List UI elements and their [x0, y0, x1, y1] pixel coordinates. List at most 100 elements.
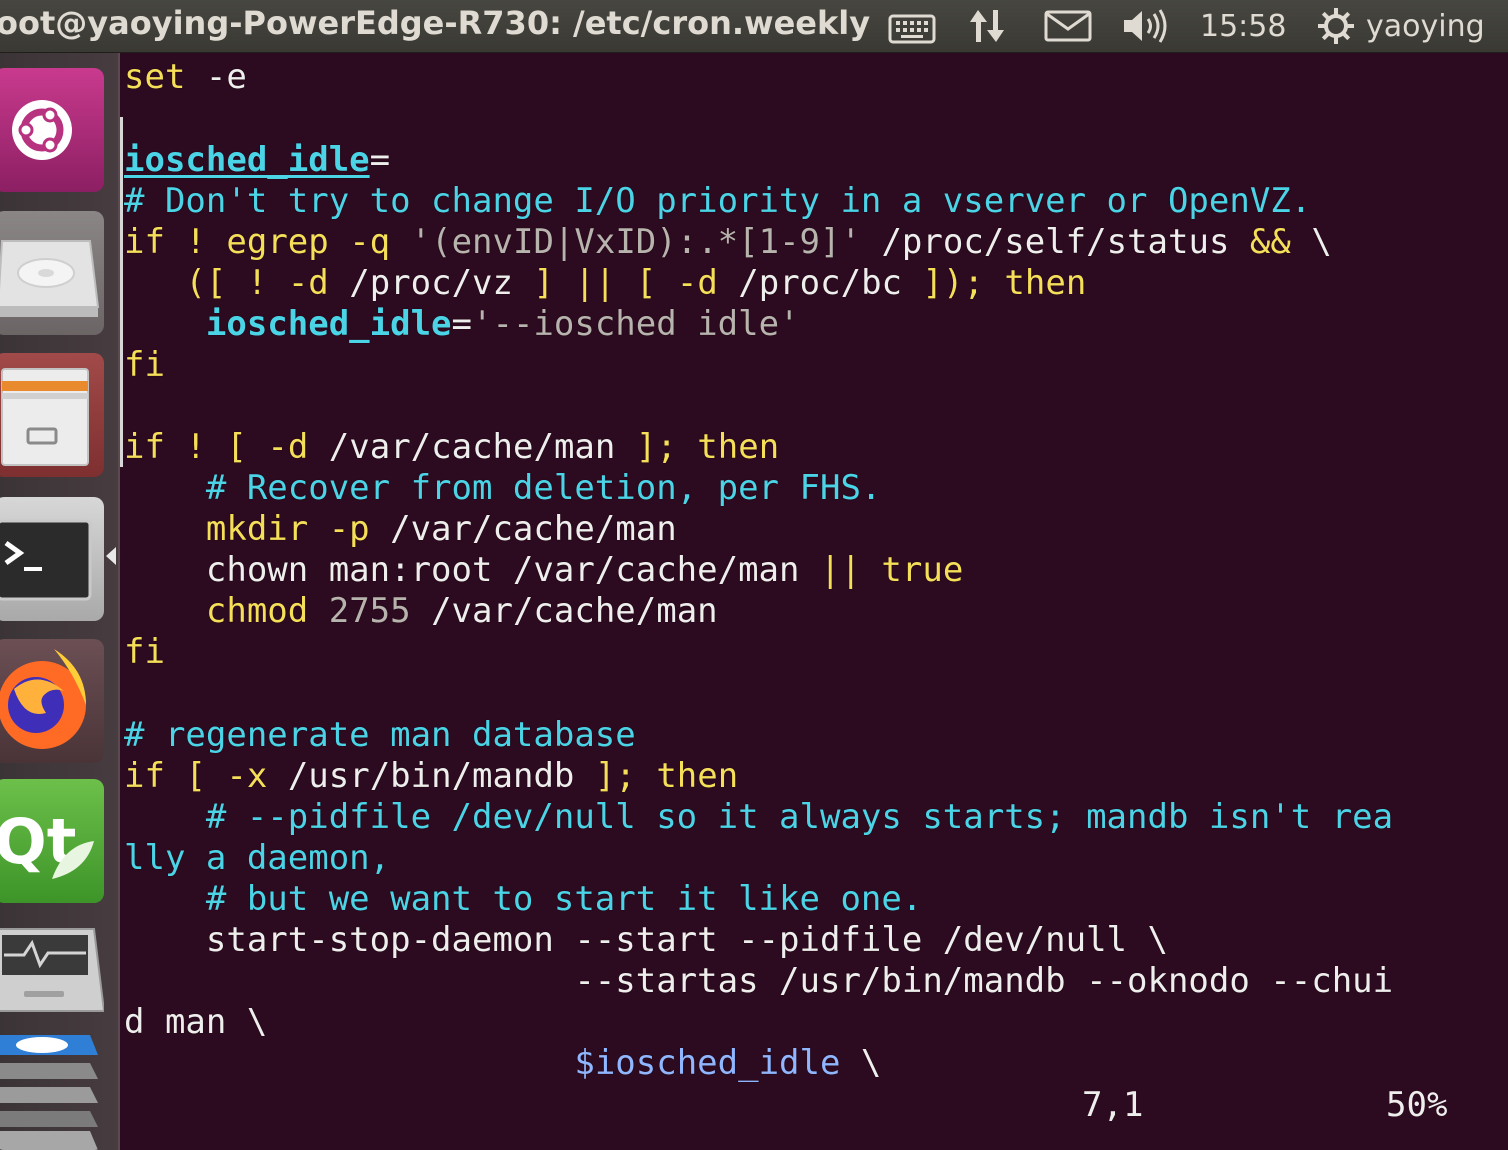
code-token: chmod — [124, 591, 309, 631]
code-line[interactable]: # Recover from deletion, per FHS. — [124, 468, 882, 509]
code-token: iosched_idle — [124, 140, 370, 180]
ubuntu-dash-icon[interactable] — [0, 68, 104, 192]
code-line[interactable]: set -e — [124, 57, 247, 98]
window-title: oot@yaoying-PowerEdge-R730: /etc/cron.we… — [0, 4, 871, 42]
code-token: [ — [185, 756, 206, 796]
code-line[interactable]: $iosched_idle \ — [124, 1043, 881, 1084]
code-token: ([ — [124, 263, 227, 303]
code-token: fi — [124, 632, 165, 672]
code-line[interactable]: fi — [124, 632, 165, 673]
code-token: lly a daemon, — [124, 838, 391, 878]
code-line[interactable]: d man \ — [124, 1002, 267, 1043]
code-token: # regenerate man database — [124, 715, 636, 755]
code-line[interactable]: # Don't try to change I/O priority in a … — [124, 181, 1311, 222]
code-token: /var/cache/man — [369, 509, 677, 549]
code-token: || — [574, 263, 616, 303]
code-token: # Don't try to change I/O priority in a … — [124, 181, 1312, 221]
code-line[interactable]: if [ -x /usr/bin/mandb ]; then — [124, 756, 738, 797]
code-token: = — [369, 140, 391, 180]
active-indicator-arrow — [106, 547, 116, 565]
disk-drive-icon[interactable] — [0, 211, 104, 335]
terminal-icon[interactable] — [0, 497, 104, 621]
code-line[interactable]: ([ ! -d /proc/vz ] || [ -d /proc/bc ]); … — [124, 263, 1086, 304]
code-token: if — [124, 222, 165, 262]
qt-creator-icon[interactable]: Qt — [0, 779, 104, 903]
code-token: [ — [226, 427, 247, 467]
file-cabinet-icon[interactable] — [0, 353, 104, 477]
network-transfer-icon[interactable] — [966, 4, 1010, 48]
code-token: /proc/vz — [328, 263, 534, 303]
code-token: = — [451, 304, 473, 344]
terminal-window[interactable]: set -e iosched_idle= # Don't try to change… — [120, 53, 1508, 1150]
code-token: # Recover from deletion, per FHS. — [124, 468, 882, 508]
code-line[interactable]: iosched_idle= — [124, 140, 390, 181]
code-line[interactable]: lly a daemon, — [124, 838, 390, 879]
code-token: -x — [226, 756, 268, 796]
code-token: # but we want to start it like one. — [124, 879, 923, 919]
cursor-position: 7,1 — [1082, 1085, 1144, 1125]
code-token: then — [656, 756, 739, 796]
code-token: ! — [185, 222, 206, 262]
launcher: Qt — [0, 53, 120, 1150]
code-token: ! — [246, 263, 268, 303]
code-line[interactable]: --startas /usr/bin/mandb --oknodo --chui — [124, 961, 1393, 1002]
code-line[interactable]: iosched_idle='--iosched idle' — [124, 304, 800, 345]
session-menu[interactable]: yaoying — [1316, 4, 1485, 48]
firefox-icon[interactable] — [0, 639, 104, 763]
code-token: /proc/self/status — [860, 222, 1250, 262]
code-token: if — [124, 427, 165, 467]
code-token: fi — [124, 345, 165, 385]
code-line[interactable]: chmod 2755 /var/cache/man — [124, 591, 718, 632]
code-line[interactable]: mkdir -p /var/cache/man — [124, 509, 677, 550]
code-line[interactable]: if ! egrep -q '(envID|VxID):.*[1-9]' /pr… — [124, 222, 1332, 263]
code-token: ] — [533, 263, 554, 303]
code-token: chown man:root /var/cache/man — [124, 550, 820, 590]
code-token: -d — [267, 427, 309, 467]
code-line[interactable]: start-stop-daemon --start --pidfile /dev… — [124, 920, 1168, 961]
code-line[interactable]: # regenerate man database — [124, 715, 636, 756]
power-gear-icon[interactable] — [1316, 6, 1356, 46]
code-token: \ — [840, 1043, 882, 1083]
code-line[interactable]: fi — [124, 345, 165, 386]
stacked-apps-icon[interactable] — [0, 1031, 104, 1150]
code-token: -d — [287, 263, 329, 303]
code-token: egrep -q — [205, 222, 411, 262]
code-line[interactable]: # but we want to start it like one. — [124, 879, 922, 920]
code-token: d man \ — [124, 1002, 268, 1042]
code-line[interactable]: chown man:root /var/cache/man || true — [124, 550, 963, 591]
code-token: /var/cache/man — [410, 591, 718, 631]
code-token: '--iosched idle' — [472, 304, 800, 344]
code-token: ]; — [635, 427, 677, 467]
text-cursor — [120, 117, 123, 467]
code-token: '(envID|VxID):.*[1-9]' — [410, 222, 861, 262]
clock[interactable]: 15:58 — [1200, 9, 1286, 44]
top-panel: oot@yaoying-PowerEdge-R730: /etc/cron.we… — [0, 0, 1508, 53]
code-token: $iosched_idle — [574, 1043, 841, 1083]
volume-icon[interactable] — [1120, 4, 1172, 48]
code-line[interactable]: if ! [ -d /var/cache/man ]; then — [124, 427, 779, 468]
scroll-percent: 50% — [1386, 1085, 1448, 1125]
keyboard-icon[interactable] — [888, 4, 936, 48]
code-token: start-stop-daemon --start --pidfile /dev… — [124, 920, 1168, 960]
mail-icon[interactable] — [1044, 4, 1092, 48]
code-token: mkdir -p — [124, 509, 370, 549]
code-token: || — [819, 550, 861, 590]
code-line[interactable]: # --pidfile /dev/null so it always start… — [124, 797, 1393, 838]
code-token: \ — [1290, 222, 1332, 262]
system-monitor-icon[interactable] — [0, 915, 104, 1025]
username[interactable]: yaoying — [1366, 9, 1485, 44]
code-token: /proc/bc — [717, 263, 923, 303]
